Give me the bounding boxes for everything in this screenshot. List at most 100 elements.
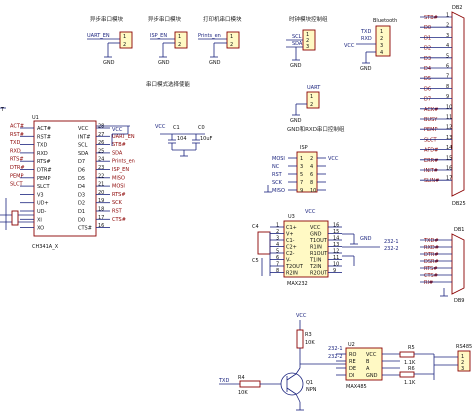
scl-label: SCL — [292, 34, 302, 40]
u1-left-net: RST# — [10, 132, 24, 138]
max232-pin: C2- — [286, 251, 295, 257]
max232-pin: T1IN — [309, 258, 322, 264]
u1-pin-number: 26 — [98, 140, 104, 146]
r6-ref: R6 — [408, 366, 415, 372]
r3-value: 10K — [305, 340, 315, 346]
schematic-svg: 异步串口模块 异步串口模块 打印机串口模块 时钟模块控制组 串口模式选择使能 G… — [0, 5, 472, 411]
u1-pin-number: 23 — [98, 165, 104, 171]
r4-ref: R4 — [238, 375, 245, 381]
db25-pin-label: STB# — [424, 15, 438, 21]
u1-pin-dtr: DTR# — [37, 168, 52, 174]
db25-pin-num: 6 — [446, 64, 449, 70]
db25-name: DB25 — [452, 201, 466, 207]
max232-pin-num: 15 — [333, 229, 339, 235]
gnd-label: GND — [360, 236, 372, 242]
u1-pin-number: 17 — [98, 215, 104, 221]
bluetooth-label: Bluetooth — [373, 18, 397, 24]
u1-right-net: SDA — [112, 150, 123, 156]
db9-pin-label: DSR# — [424, 259, 439, 265]
max232-pin-num: 16 — [333, 223, 339, 229]
isp-pin-num: 1 — [300, 156, 303, 162]
prints-en-label: Prints_en — [198, 33, 221, 39]
isp-en-label: ISP_EN — [150, 33, 167, 39]
u1-pin-cts: CTS# — [78, 226, 92, 232]
connector-db9: DB1 DB9 TXD#RXD#DTR#DSR#RTS#CTS#RI# — [420, 227, 464, 304]
db25-pin-num: 15 — [446, 155, 452, 161]
db25-pin-label: SLCT — [424, 137, 437, 143]
jumper-uart-en: UART_EN 1 2 GND — [87, 31, 133, 66]
db25-pin-num: 1 — [446, 13, 449, 19]
max232-pin: R2IN — [286, 271, 298, 277]
max232-pin-num: 11 — [333, 255, 339, 261]
u1-right-net: CTS# — [112, 217, 126, 223]
isp-header-label: ISP — [300, 145, 308, 151]
gnd-label: GND — [290, 118, 302, 124]
u1-left-net: SLCT — [10, 182, 23, 188]
u1-pin-pemp: PEMP — [37, 176, 51, 182]
isp-pin-left: NC — [272, 164, 280, 170]
rs485-pin: A — [366, 366, 370, 372]
db25-pin-label: D2 — [424, 46, 431, 52]
db25-pin-label: D5 — [424, 76, 431, 82]
max232-pin-num: 3 — [276, 236, 279, 242]
u1-pin-xi: XI — [37, 217, 42, 223]
u1-pin-number: 28 — [98, 124, 104, 130]
isp-pin-num: 3 — [300, 164, 303, 170]
max232-pin: R1IN — [310, 245, 322, 251]
jumper-prints-en: Prints_en 1 2 GND — [198, 31, 240, 66]
u1-right-net: ISP_EN — [112, 167, 129, 173]
u1-right-net: RST — [112, 209, 123, 215]
uart-label: UART — [307, 85, 321, 91]
svg-text:4: 4 — [380, 50, 383, 56]
svg-text:1: 1 — [310, 94, 313, 100]
isp-vcc: VCC — [328, 156, 339, 162]
db25-pin-num: 4 — [446, 43, 449, 49]
db9-pin-label: DTR# — [424, 252, 439, 258]
u1-left-net: DTR# — [10, 165, 25, 171]
u1-pin-ud: UD- — [37, 209, 47, 215]
u1-pin-number: 25 — [98, 148, 104, 154]
u1-pin-act: ACT# — [37, 126, 51, 132]
u1-pin-rxd: RXD — [37, 151, 48, 157]
max232-pin-num: 8 — [276, 268, 279, 274]
vcc-label: VCC — [155, 124, 166, 130]
c5-ref: C5 — [252, 258, 259, 264]
db25-pin-label: AFD# — [424, 148, 438, 154]
db9-pin-label: RTS# — [424, 266, 438, 272]
isp-pin-left: MISO — [272, 188, 285, 194]
u1-pin-number: 24 — [98, 157, 104, 163]
u1-left-net: ACT# — [10, 124, 24, 130]
r4-value: 10K — [238, 390, 248, 396]
u1-pin-number: 21 — [98, 182, 104, 188]
max232-pin: T2OUT — [285, 264, 304, 270]
db25-pin-num: 5 — [446, 53, 449, 59]
max232-pin-num: 6 — [276, 255, 279, 261]
db25-pin-num: 16 — [446, 166, 452, 172]
isp-pin-left: MOSI — [272, 156, 285, 162]
rs485-pin: RO — [349, 352, 356, 358]
u1-pin-sda: SDA — [78, 151, 89, 157]
u1-right-net: STB# — [112, 142, 126, 148]
max232-ref: U3 — [288, 214, 295, 220]
svg-text:1: 1 — [123, 34, 126, 40]
max232-pin: V- — [286, 258, 291, 264]
u1-right-net: UART_EN — [112, 134, 135, 140]
u1-pin-int: INT# — [78, 134, 90, 140]
db25-pin-label: D7 — [424, 97, 431, 103]
db25-pin-num: 7 — [446, 74, 449, 80]
jumper-isp-en: ISP_EN 1 2 GND — [150, 31, 188, 66]
u1-ref: U1 — [32, 115, 39, 121]
svg-text:2: 2 — [230, 42, 233, 48]
rs485-ref: U2 — [348, 342, 355, 348]
u1-pin-number: 19 — [98, 198, 104, 204]
max232-pin: C1+ — [286, 225, 297, 231]
db25-pin-label: D4 — [424, 66, 431, 72]
u1-right-net: MISO — [112, 175, 125, 181]
isp-pin-left: RST — [272, 172, 283, 178]
u1-pin-d3: D3 — [78, 192, 85, 198]
gnd-label: GND — [209, 60, 221, 66]
max232-pin: R2OUT — [310, 271, 328, 277]
isp-pin-num: 5 — [300, 172, 303, 178]
caps-c1-c0: VCC C1 104 C0 10uF VCC — [111, 124, 213, 157]
db25-ref: DB2 — [452, 5, 462, 11]
